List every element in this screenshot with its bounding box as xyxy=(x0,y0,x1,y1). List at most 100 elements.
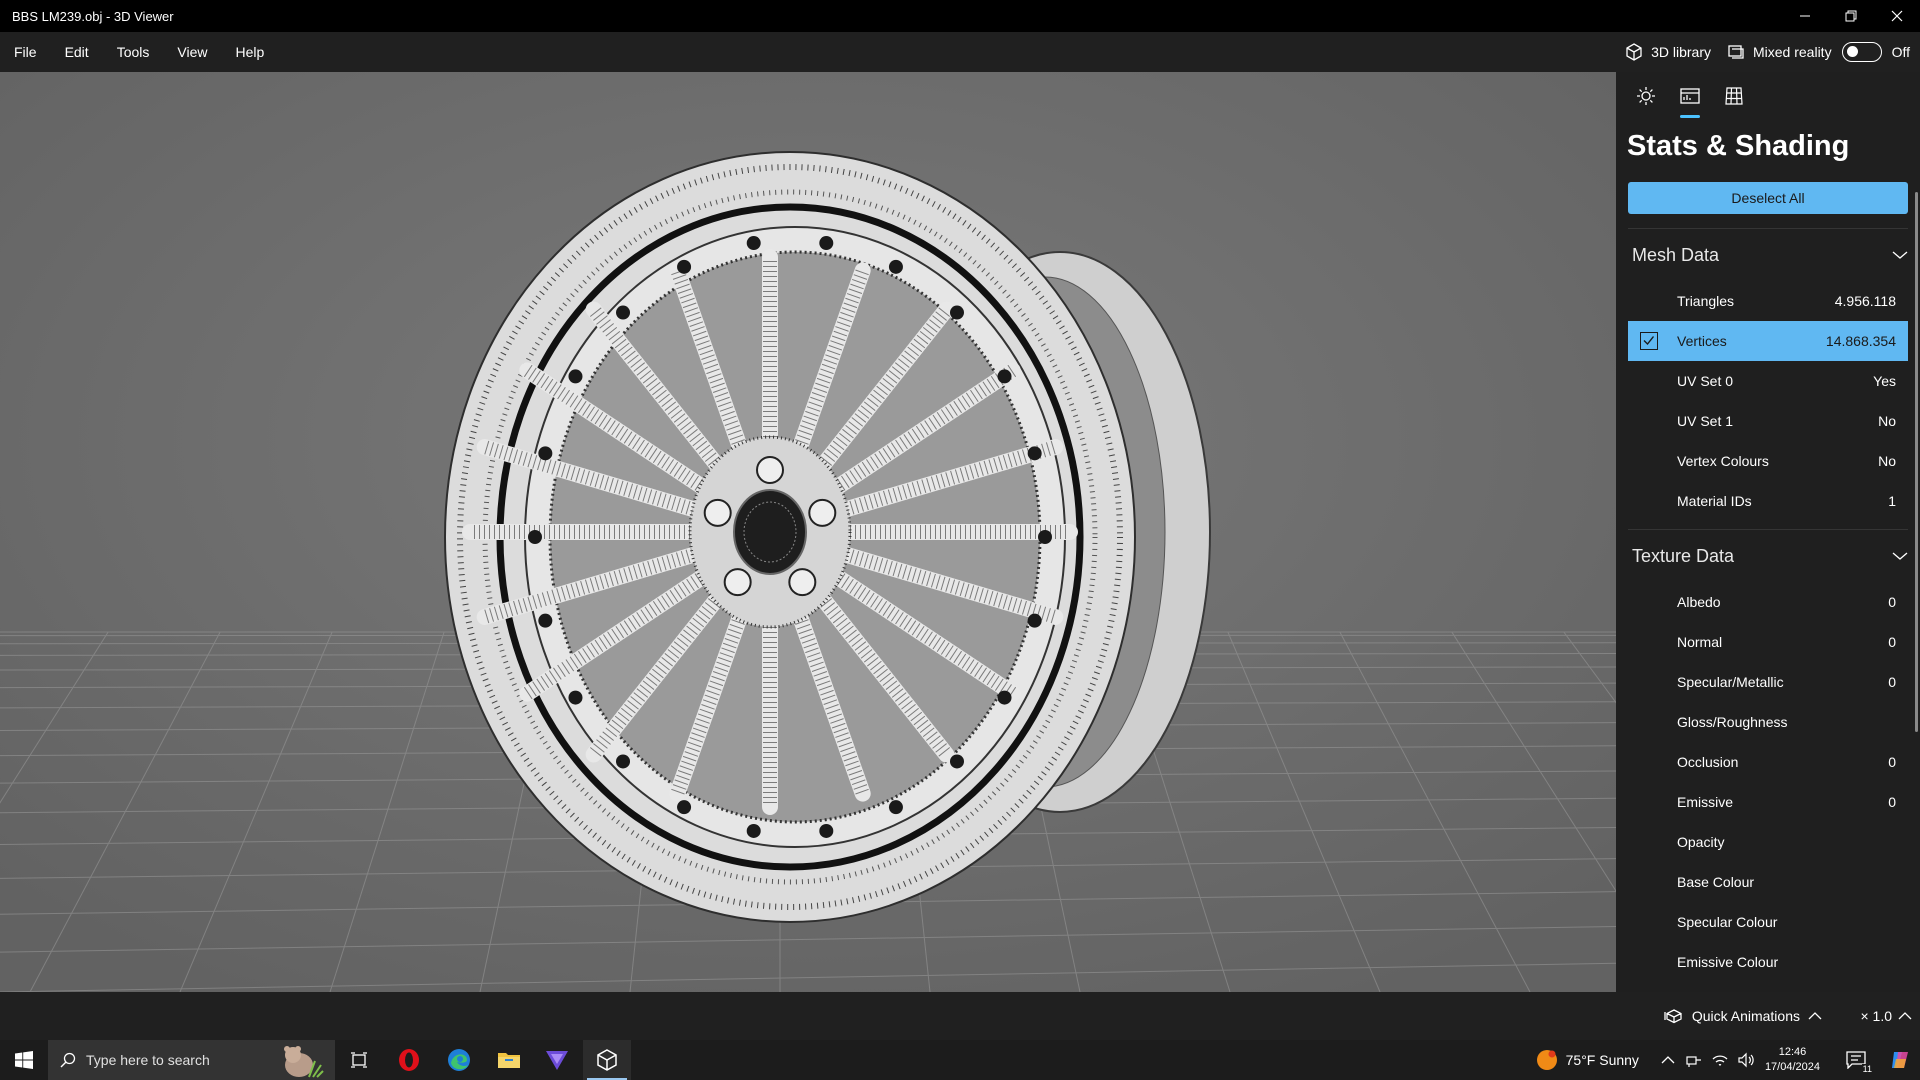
mesh-row-vertices[interactable]: Vertices 14.868.354 xyxy=(1628,321,1908,361)
speed-button[interactable]: × 1.0 xyxy=(1860,992,1912,1040)
row-value: 0 xyxy=(1888,794,1896,810)
panel-tabs xyxy=(1616,72,1920,120)
row-label: Normal xyxy=(1677,634,1723,650)
mixed-reality-button[interactable]: Mixed reality xyxy=(1727,43,1832,61)
taskbar-3d-viewer[interactable] xyxy=(583,1040,631,1080)
menu-file[interactable]: File xyxy=(0,32,51,72)
taskbar-app-triangle[interactable] xyxy=(533,1040,581,1080)
3d-library-button[interactable]: 3D library xyxy=(1625,43,1711,61)
folder-icon xyxy=(498,1053,520,1068)
windows-logo-icon xyxy=(15,1051,33,1069)
row-label: Specular Colour xyxy=(1677,914,1778,930)
animation-icon xyxy=(1664,1009,1682,1024)
texture-row-specular-metallic[interactable]: Specular/Metallic 0 xyxy=(1628,662,1908,702)
menu-right-group: 3D library Mixed reality Off xyxy=(1625,32,1920,72)
mesh-row-uv-set-1[interactable]: UV Set 1 No xyxy=(1628,401,1908,441)
row-label: Emissive Colour xyxy=(1677,954,1779,970)
close-icon xyxy=(1891,10,1903,22)
stats-panel: Stats & Shading Deselect All Mesh Data T… xyxy=(1616,72,1920,992)
quick-animations-button[interactable]: Quick Animations xyxy=(1664,992,1830,1040)
stats-icon xyxy=(1680,88,1700,104)
texture-row-opacity[interactable]: Opacity xyxy=(1628,822,1908,862)
row-label: Occlusion xyxy=(1677,754,1739,770)
texture-row-emissive[interactable]: Emissive 0 xyxy=(1628,782,1908,822)
texture-data-header[interactable]: Texture Data xyxy=(1628,530,1908,582)
texture-row-occlusion[interactable]: Occlusion 0 xyxy=(1628,742,1908,782)
mixed-reality-toggle[interactable] xyxy=(1841,42,1882,62)
row-label: Material IDs xyxy=(1677,493,1752,509)
row-label: Vertex Colours xyxy=(1677,453,1769,469)
volume-icon[interactable] xyxy=(1737,1052,1755,1068)
menu-bar: File Edit Tools View Help 3D library Mix… xyxy=(0,32,1920,72)
texture-row-gloss-roughness[interactable]: Gloss/Roughness xyxy=(1628,702,1908,742)
minimize-icon xyxy=(1800,15,1810,17)
mixed-reality-label: Mixed reality xyxy=(1752,44,1832,60)
panel-scrollbar[interactable] xyxy=(1915,192,1918,732)
menu-view[interactable]: View xyxy=(163,32,221,72)
3d-viewport[interactable] xyxy=(0,72,1616,992)
edge-icon xyxy=(448,1049,470,1071)
deselect-all-button[interactable]: Deselect All xyxy=(1628,182,1908,214)
chevron-up-icon xyxy=(1808,1012,1822,1020)
chevron-up-icon[interactable] xyxy=(1661,1055,1675,1065)
scene-render xyxy=(0,72,1616,992)
window-controls xyxy=(1782,0,1920,32)
opera-icon xyxy=(399,1049,419,1071)
chevron-up-icon xyxy=(1898,1012,1912,1020)
row-label: UV Set 0 xyxy=(1677,373,1734,389)
task-view-icon xyxy=(351,1052,367,1068)
copilot-icon xyxy=(1892,1052,1908,1068)
row-label: Base Colour xyxy=(1677,874,1755,890)
minimize-button[interactable] xyxy=(1782,0,1828,32)
mesh-row-material-ids[interactable]: Material IDs 1 xyxy=(1628,481,1908,521)
restore-button[interactable] xyxy=(1828,0,1874,32)
chevron-down-icon xyxy=(1892,251,1908,259)
weather-sun-icon xyxy=(1536,1050,1557,1070)
mesh-data-label: Mesh Data xyxy=(1632,244,1720,265)
start-button[interactable] xyxy=(0,1040,48,1080)
quick-animations-label: Quick Animations xyxy=(1691,1008,1800,1024)
texture-row-normal[interactable]: Normal 0 xyxy=(1628,622,1908,662)
row-value: 4.956.118 xyxy=(1834,293,1896,309)
menu-help[interactable]: Help xyxy=(221,32,278,72)
texture-row-emissive-colour[interactable]: Emissive Colour xyxy=(1628,942,1908,982)
texture-row-base-colour[interactable]: Base Colour xyxy=(1628,862,1908,902)
toggle-knob xyxy=(1846,46,1858,57)
mesh-data-header[interactable]: Mesh Data xyxy=(1628,229,1908,281)
taskbar: Type here to search 75°F Sunny 12:46 17/… xyxy=(0,1040,1920,1080)
weather-widget[interactable]: 75°F Sunny xyxy=(1536,1049,1639,1071)
texture-row-specular-colour[interactable]: Specular Colour xyxy=(1628,902,1908,942)
tab-grid[interactable] xyxy=(1712,72,1756,120)
row-label: Specular/Metallic xyxy=(1677,674,1784,690)
task-view-button[interactable] xyxy=(335,1040,383,1080)
row-label: Emissive xyxy=(1677,794,1734,810)
grid-icon xyxy=(1725,87,1743,105)
copilot-button[interactable] xyxy=(1880,1040,1920,1080)
checkbox[interactable] xyxy=(1640,332,1658,350)
row-value: 0 xyxy=(1888,594,1896,610)
taskbar-search[interactable]: Type here to search xyxy=(48,1040,335,1080)
notification-button[interactable]: 11 xyxy=(1836,1040,1876,1080)
system-tray: 75°F Sunny 12:46 17/04/2024 11 xyxy=(1536,1040,1920,1080)
network-icon[interactable] xyxy=(1685,1052,1703,1068)
sun-icon xyxy=(1637,87,1655,105)
menu-edit[interactable]: Edit xyxy=(51,32,103,72)
wifi-icon[interactable] xyxy=(1711,1052,1729,1068)
mesh-row-triangles[interactable]: Triangles 4.956.118 xyxy=(1628,281,1908,321)
row-value: 1 xyxy=(1888,493,1896,509)
close-button[interactable] xyxy=(1874,0,1920,32)
texture-row-albedo[interactable]: Albedo 0 xyxy=(1628,582,1908,622)
tab-stats[interactable] xyxy=(1668,72,1712,120)
taskbar-edge[interactable] xyxy=(435,1040,483,1080)
mesh-row-uv-set-0[interactable]: UV Set 0 Yes xyxy=(1628,361,1908,401)
mesh-row-vertex-colours[interactable]: Vertex Colours No xyxy=(1628,441,1908,481)
clock-time: 12:46 xyxy=(1778,1046,1807,1058)
taskbar-file-explorer[interactable] xyxy=(485,1040,533,1080)
clock[interactable]: 12:46 17/04/2024 xyxy=(1765,1045,1820,1075)
tab-lighting[interactable] xyxy=(1624,72,1668,120)
menu-tools[interactable]: Tools xyxy=(103,32,164,72)
row-value: Yes xyxy=(1873,373,1896,389)
taskbar-opera[interactable] xyxy=(385,1040,433,1080)
mixed-reality-state: Off xyxy=(1891,44,1910,60)
cube-icon xyxy=(1626,43,1642,61)
